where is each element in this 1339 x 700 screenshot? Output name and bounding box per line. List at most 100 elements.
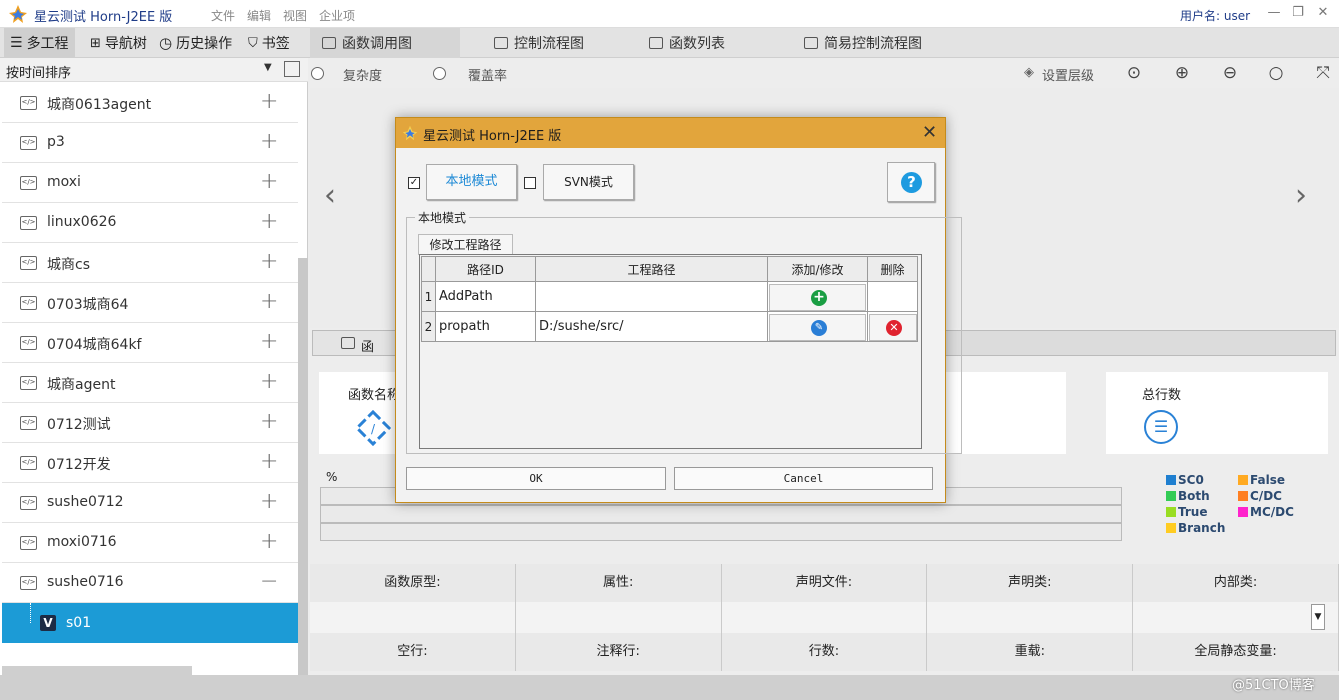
- sort-select[interactable]: 按时间排序: [6, 62, 71, 81]
- edit-path-button[interactable]: ✎: [769, 313, 866, 341]
- title-bar: 星云测试 Horn-J2EE 版 文件 编辑 视图 企业项 用户名: user …: [0, 0, 1339, 28]
- expand-icon[interactable]: +: [260, 329, 278, 354]
- layers-icon: ◈: [1024, 65, 1034, 80]
- legend-item: C/DC: [1238, 489, 1282, 503]
- expand-icon[interactable]: +: [260, 449, 278, 474]
- tab-bookmarks[interactable]: ⛉ 书签: [242, 28, 296, 58]
- expand-icon[interactable]: +: [260, 249, 278, 274]
- close-icon[interactable]: ✕: [1315, 5, 1331, 21]
- path-cell[interactable]: [535, 281, 768, 312]
- path-cell[interactable]: D:/sushe/src/: [535, 311, 768, 342]
- coverage-radio[interactable]: [433, 67, 446, 80]
- legend-swatch: [1238, 475, 1248, 485]
- project-item[interactable]: </> 城商agent +: [2, 363, 298, 403]
- project-label: sushe0712: [47, 494, 124, 510]
- expand-icon[interactable]: +: [260, 209, 278, 234]
- code-file-icon: </>: [20, 256, 37, 270]
- project-child-item[interactable]: V s01: [2, 603, 298, 643]
- list-icon: ☰: [10, 35, 23, 51]
- prev-arrow-icon[interactable]: ‹: [324, 178, 336, 213]
- child-label: s01: [66, 615, 92, 631]
- close-icon[interactable]: ✕: [922, 122, 937, 143]
- expand-icon[interactable]: +: [260, 529, 278, 554]
- menu-view[interactable]: 视图: [283, 7, 307, 24]
- collapse-icon[interactable]: −: [260, 569, 278, 594]
- set-layers-button[interactable]: 设置层级: [1042, 65, 1094, 84]
- next-arrow-icon[interactable]: ›: [1295, 178, 1307, 213]
- control-flow-icon: [494, 37, 508, 49]
- complexity-radio[interactable]: [311, 67, 324, 80]
- fullscreen-icon[interactable]: ⤧: [1314, 64, 1332, 82]
- project-item[interactable]: </> sushe0712 +: [2, 483, 298, 523]
- tab-label: 多工程: [26, 36, 69, 52]
- help-icon: ?: [901, 172, 922, 193]
- ok-button[interactable]: OK: [406, 467, 666, 490]
- project-item[interactable]: </> sushe0716 −: [2, 563, 298, 603]
- info-tab-label: 函: [361, 340, 375, 355]
- project-item[interactable]: </> moxi0716 +: [2, 523, 298, 563]
- code-file-icon: </>: [20, 496, 37, 510]
- info-tab[interactable]: 函: [313, 331, 408, 355]
- minimize-icon[interactable]: —: [1266, 5, 1282, 21]
- menu-enterprise[interactable]: 企业项: [319, 7, 355, 24]
- project-item[interactable]: </> 城商0613agent +: [2, 83, 298, 123]
- add-path-button[interactable]: +: [769, 283, 866, 311]
- local-mode-button[interactable]: 本地模式: [426, 164, 517, 200]
- tab-nav-tree[interactable]: ⊞ 导航树: [84, 28, 153, 58]
- project-item[interactable]: </> 0703城商64 +: [2, 283, 298, 323]
- search-icon[interactable]: ○: [1267, 64, 1285, 82]
- path-id-cell[interactable]: propath: [435, 311, 536, 342]
- app-title: 星云测试 Horn-J2EE 版: [34, 10, 173, 25]
- coverage-bar: [320, 505, 1122, 523]
- tab-history[interactable]: ◷ 历史操作: [153, 28, 238, 58]
- zoom-in-icon[interactable]: ⊕: [1173, 64, 1191, 82]
- zoom-out-icon[interactable]: ⊖: [1221, 64, 1239, 82]
- project-item[interactable]: </> 0704城商64kf +: [2, 323, 298, 363]
- cancel-button[interactable]: Cancel: [674, 467, 933, 490]
- project-item[interactable]: </> moxi +: [2, 163, 298, 203]
- horizontal-scrollbar[interactable]: [2, 666, 192, 675]
- tab-multi-project[interactable]: ☰ 多工程: [4, 28, 75, 58]
- table-row: 1 AddPath +: [421, 281, 918, 312]
- property-header-row: 函数原型: 属性: 声明文件: 声明类: 内部类:: [310, 564, 1339, 602]
- expand-icon[interactable]: +: [260, 89, 278, 114]
- user-label: 用户名: user: [1180, 9, 1251, 23]
- tab-edit-paths[interactable]: 修改工程路径: [418, 234, 513, 255]
- project-item[interactable]: </> 0712测试 +: [2, 403, 298, 443]
- restore-icon[interactable]: ❐: [1290, 5, 1306, 21]
- simple-flow-icon: [804, 37, 818, 49]
- svn-mode-checkbox[interactable]: [524, 177, 536, 189]
- vertical-scrollbar[interactable]: [298, 258, 308, 675]
- project-item[interactable]: </> linux0626 +: [2, 203, 298, 243]
- help-button[interactable]: ?: [887, 162, 935, 202]
- expand-icon[interactable]: +: [260, 289, 278, 314]
- inner-class-dropdown[interactable]: ▼: [1311, 604, 1325, 630]
- tab-simple-control-flow[interactable]: 简易控制流程图: [792, 28, 934, 58]
- path-id-cell[interactable]: AddPath: [435, 281, 536, 312]
- percent-label: %: [326, 470, 338, 484]
- expand-icon[interactable]: +: [260, 369, 278, 394]
- expand-icon[interactable]: +: [260, 169, 278, 194]
- svn-mode-button[interactable]: SVN模式: [543, 164, 634, 200]
- expand-icon[interactable]: +: [260, 129, 278, 154]
- project-item[interactable]: </> 0712开发 +: [2, 443, 298, 483]
- menu-file[interactable]: 文件: [211, 7, 235, 24]
- tab-function-list[interactable]: 函数列表: [637, 28, 737, 58]
- code-file-icon: </>: [20, 376, 37, 390]
- project-item[interactable]: </> 城商cs +: [2, 243, 298, 283]
- local-mode-checkbox[interactable]: ✓: [408, 177, 420, 189]
- expand-icon[interactable]: +: [260, 489, 278, 514]
- export-icon[interactable]: [284, 61, 300, 77]
- chevron-down-icon[interactable]: ▼: [264, 62, 272, 73]
- tab-call-graph[interactable]: 函数调用图: [310, 28, 460, 58]
- expand-icon[interactable]: +: [260, 409, 278, 434]
- delete-path-button[interactable]: ✕: [869, 313, 917, 341]
- graph-toolbar: 复杂度 覆盖率 ◈ 设置层级 ⊙ ⊕ ⊖ ○ ⤧: [310, 58, 1339, 88]
- project-label: linux0626: [47, 214, 117, 230]
- menu-edit[interactable]: 编辑: [247, 7, 271, 24]
- dialog-titlebar: 星云测试 Horn-J2EE 版 ✕: [396, 118, 945, 148]
- tab-control-flow[interactable]: 控制流程图: [482, 28, 596, 58]
- project-item[interactable]: </> p3 +: [2, 123, 298, 163]
- zoom-reset-icon[interactable]: ⊙: [1125, 64, 1143, 82]
- blank-card: [946, 372, 1066, 454]
